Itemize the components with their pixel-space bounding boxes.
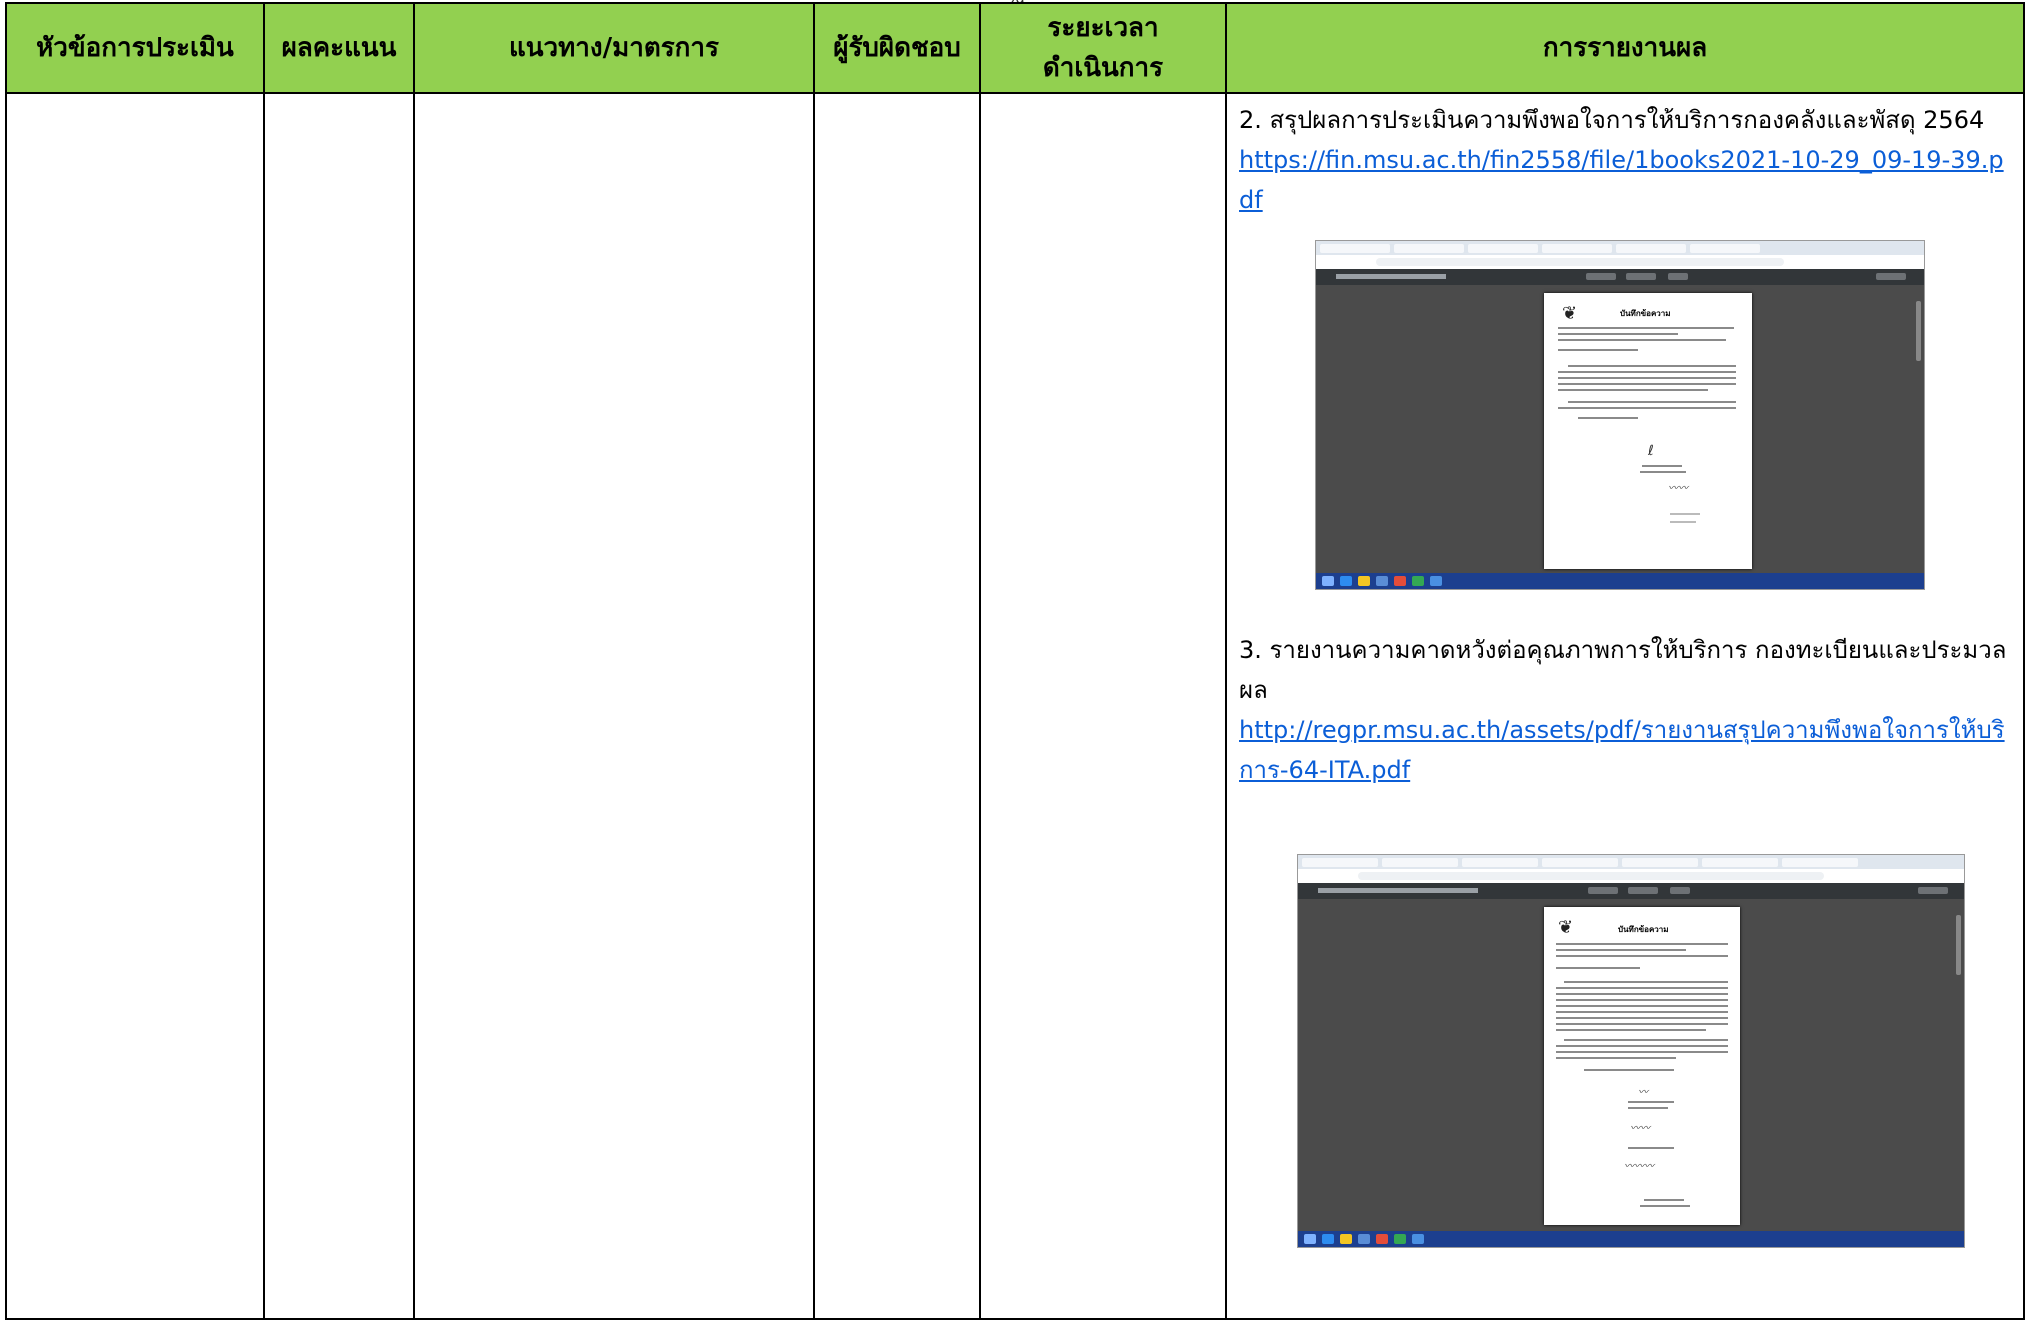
garuda-emblem-icon: ❦	[1562, 303, 1578, 324]
handwritten-note: 〰〰	[1630, 1123, 1650, 1134]
header-responsible: ผู้รับผิดชอบ	[813, 2, 981, 94]
header-guideline: แนวทาง/มาตรการ	[413, 2, 815, 94]
pdf-page: ❦ บันทึกข้อความ	[1544, 293, 1752, 569]
cell-score	[263, 92, 415, 1320]
header-score: ผลคะแนน	[263, 2, 415, 94]
browser-tabs	[1298, 855, 1964, 869]
table-row: 2. สรุปผลการประเมินความพึงพอใจการให้บริก…	[5, 92, 2025, 1320]
report-item-2-link[interactable]: https://fin.msu.ac.th/fin2558/file/1book…	[1239, 140, 2015, 220]
cell-duration	[979, 92, 1227, 1320]
browser-address-bar	[1298, 869, 1964, 884]
signature-mark: ℓ	[1648, 443, 1654, 459]
pdf-screenshot-2: ❦ บันทึกข้อความ 〰 〰〰 〰〰〰	[1297, 854, 1965, 1248]
cell-guideline	[413, 92, 815, 1320]
header-topic: หัวข้อการประเมิน	[5, 2, 265, 94]
handwritten-note: 〰〰〰	[1624, 1161, 1654, 1172]
cell-report: 2. สรุปผลการประเมินความพึงพอใจการให้บริก…	[1225, 92, 2025, 1320]
garuda-emblem-icon: ❦	[1558, 917, 1574, 938]
pdf-scrollbar	[1956, 915, 1961, 975]
handwritten-note: 〰〰	[1668, 483, 1688, 494]
browser-tabs	[1316, 241, 1924, 255]
memo-title: บันทึกข้อความ	[1620, 309, 1671, 318]
header-duration: ระยะเวลาดำเนินการ	[979, 2, 1227, 94]
pdf-toolbar	[1316, 269, 1924, 285]
report-item-2-text: 2. สรุปผลการประเมินความพึงพอใจการให้บริก…	[1239, 106, 1985, 134]
report-item-3-text: 3. รายงานความคาดหวังต่อคุณภาพการให้บริกา…	[1239, 636, 2007, 704]
header-report: การรายงานผล	[1225, 2, 2025, 94]
report-item-3-link[interactable]: http://regpr.msu.ac.th/assets/pdf/รายงาน…	[1239, 710, 2015, 790]
header-row: หัวข้อการประเมิน ผลคะแนน แนวทาง/มาตรการ …	[5, 2, 2025, 94]
cell-responsible	[813, 92, 981, 1320]
browser-address-bar	[1316, 255, 1924, 270]
windows-taskbar	[1298, 1231, 1964, 1247]
evaluation-table: หัวข้อการประเมิน ผลคะแนน แนวทาง/มาตรการ …	[5, 2, 2025, 1320]
pdf-screenshot-1: ❦ บันทึกข้อความ ℓ 〰〰	[1315, 240, 1925, 590]
pdf-toolbar	[1298, 883, 1964, 899]
memo-title: บันทึกข้อความ	[1618, 925, 1669, 934]
pdf-scrollbar	[1916, 301, 1921, 361]
pdf-page: ❦ บันทึกข้อความ	[1544, 907, 1740, 1225]
cell-topic	[5, 92, 265, 1320]
windows-taskbar	[1316, 573, 1924, 589]
signature-mark: 〰	[1638, 1087, 1648, 1098]
